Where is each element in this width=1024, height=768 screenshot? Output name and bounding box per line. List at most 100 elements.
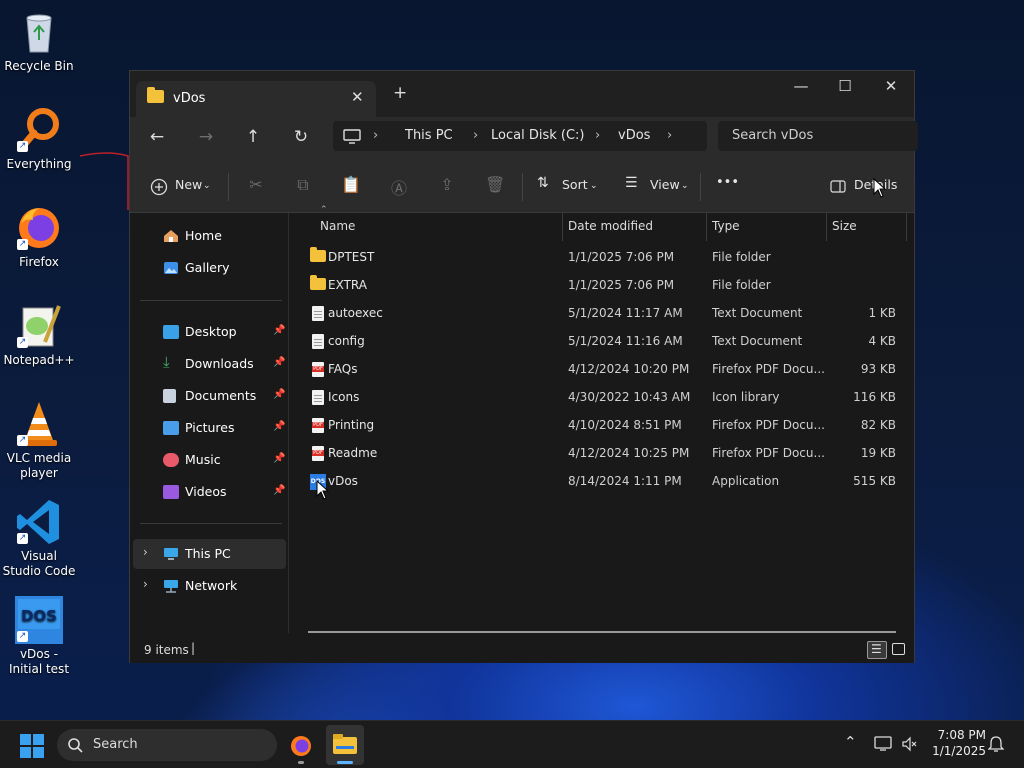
table-row[interactable]: Icons 4/30/2022 10:43 AM Icon library 11… bbox=[298, 383, 904, 411]
taskbar-file-explorer[interactable] bbox=[326, 725, 364, 765]
table-row[interactable]: FAQs 4/12/2024 10:20 PM Firefox PDF Docu… bbox=[298, 355, 904, 383]
minimize-button[interactable]: — bbox=[778, 77, 824, 95]
start-button[interactable] bbox=[20, 734, 44, 761]
chevron-up-icon[interactable]: ⌃ bbox=[844, 733, 857, 751]
volume-muted-icon[interactable] bbox=[901, 736, 917, 752]
sidebar-item-gallery[interactable]: Gallery bbox=[133, 253, 286, 283]
column-header-type[interactable]: Type bbox=[712, 219, 740, 233]
breadcrumb-this-pc[interactable]: This PC bbox=[405, 128, 453, 143]
column-header-size[interactable]: Size bbox=[832, 219, 857, 233]
desktop-icon-vdos[interactable]: DOS ↗ vDos - Initial test bbox=[2, 596, 76, 677]
pin-icon[interactable]: 📌 bbox=[273, 357, 285, 368]
maximize-button[interactable]: ☐ bbox=[822, 77, 868, 95]
pdf-file-icon bbox=[312, 362, 324, 377]
file-date: 5/1/2024 11:16 AM bbox=[568, 334, 683, 348]
column-divider[interactable] bbox=[706, 213, 707, 241]
pin-icon[interactable]: 📌 bbox=[273, 485, 285, 496]
column-divider[interactable] bbox=[906, 213, 907, 241]
sidebar-item-label: Gallery bbox=[185, 260, 230, 275]
refresh-button[interactable]: ↻ bbox=[289, 127, 313, 147]
taskbar-search[interactable]: Search bbox=[57, 729, 277, 761]
tab-vdos[interactable]: vDos ✕ bbox=[136, 81, 376, 117]
file-type: Firefox PDF Docu... bbox=[712, 362, 825, 376]
pin-icon[interactable]: 📌 bbox=[273, 389, 285, 400]
sidebar-item-label: Home bbox=[185, 228, 222, 243]
file-date: 4/30/2022 10:43 AM bbox=[568, 390, 691, 404]
table-row[interactable]: DOS vDos 8/14/2024 1:11 PM Application 5… bbox=[298, 467, 904, 495]
search-box[interactable]: Search vDos bbox=[718, 121, 918, 151]
network-status-icon[interactable] bbox=[874, 736, 892, 752]
cut-icon[interactable]: ✂ bbox=[246, 175, 266, 194]
file-size: 1 KB bbox=[868, 306, 896, 320]
pin-icon[interactable]: 📌 bbox=[273, 453, 285, 464]
sidebar-item-music[interactable]: Music 📌 bbox=[133, 445, 286, 475]
table-row[interactable]: autoexec 5/1/2024 11:17 AM Text Document… bbox=[298, 299, 904, 327]
desktop-icon-everything[interactable]: ↗ Everything bbox=[2, 106, 76, 172]
new-tab-button[interactable]: + bbox=[393, 85, 407, 102]
copy-icon[interactable]: ⧉ bbox=[293, 175, 313, 195]
breadcrumb[interactable]: › This PC › Local Disk (C:) › vDos › bbox=[333, 121, 707, 151]
share-icon[interactable]: ⇪ bbox=[437, 175, 457, 194]
breadcrumb-vdos[interactable]: vDos bbox=[618, 128, 650, 143]
horizontal-scrollbar[interactable] bbox=[308, 631, 896, 633]
chevron-right-icon[interactable]: › bbox=[143, 545, 148, 559]
desktop-icon-label: Everything bbox=[6, 157, 72, 171]
desktop-icon-recycle-bin[interactable]: Recycle Bin bbox=[2, 8, 76, 74]
pin-icon[interactable]: 📌 bbox=[273, 421, 285, 432]
clock[interactable]: 7:08 PM 1/1/2025 bbox=[926, 728, 986, 758]
file-type: Firefox PDF Docu... bbox=[712, 418, 825, 432]
file-date: 4/10/2024 8:51 PM bbox=[568, 418, 682, 432]
table-row[interactable]: EXTRA 1/1/2025 7:06 PM File folder bbox=[298, 271, 904, 299]
sidebar-item-home[interactable]: Home bbox=[133, 221, 286, 251]
column-divider[interactable] bbox=[562, 213, 563, 241]
chevron-right-icon[interactable]: › bbox=[143, 577, 148, 591]
delete-icon[interactable]: 🗑 bbox=[485, 175, 505, 194]
sidebar-item-label: Documents bbox=[185, 388, 257, 403]
forward-button[interactable]: → bbox=[194, 127, 218, 147]
table-row[interactable]: config 5/1/2024 11:16 AM Text Document 4… bbox=[298, 327, 904, 355]
shortcut-arrow-icon: ↗ bbox=[17, 435, 28, 446]
file-size: 4 KB bbox=[868, 334, 896, 348]
desktop-icon-notepadpp[interactable]: ↗ Notepad++ bbox=[2, 302, 76, 368]
details-view-button[interactable]: ☰ bbox=[867, 641, 887, 659]
sidebar-item-desktop[interactable]: Desktop 📌 bbox=[133, 317, 286, 347]
table-row[interactable]: Printing 4/10/2024 8:51 PM Firefox PDF D… bbox=[298, 411, 904, 439]
table-row[interactable]: DPTEST 1/1/2025 7:06 PM File folder bbox=[298, 243, 904, 271]
tiles-view-button[interactable] bbox=[890, 641, 908, 659]
notification-bell-icon[interactable] bbox=[988, 736, 1004, 753]
sidebar-item-documents[interactable]: Documents 📌 bbox=[133, 381, 286, 411]
clock-date: 1/1/2025 bbox=[932, 744, 986, 758]
more-options-button[interactable]: ••• bbox=[716, 175, 739, 190]
sidebar-item-label: Pictures bbox=[185, 420, 235, 435]
desktop-icon-firefox[interactable]: ↗ Firefox bbox=[2, 204, 76, 270]
gallery-icon bbox=[164, 262, 178, 274]
rename-icon[interactable]: Ⓐ bbox=[389, 175, 409, 199]
monitor-icon bbox=[343, 129, 361, 144]
back-button[interactable]: ← bbox=[145, 127, 169, 147]
column-header-date[interactable]: Date modified bbox=[568, 219, 653, 233]
sidebar-item-downloads[interactable]: ⤓ Downloads 📌 bbox=[133, 349, 286, 379]
file-date: 4/12/2024 10:25 PM bbox=[568, 446, 690, 460]
breadcrumb-local-disk[interactable]: Local Disk (C:) bbox=[491, 128, 584, 143]
documents-folder-icon bbox=[163, 389, 176, 403]
column-divider[interactable] bbox=[826, 213, 827, 241]
sidebar-item-network[interactable]: › Network bbox=[133, 571, 286, 601]
paste-icon[interactable]: 📋 bbox=[341, 175, 361, 194]
sidebar-item-pictures[interactable]: Pictures 📌 bbox=[133, 413, 286, 443]
table-row[interactable]: Readme 4/12/2024 10:25 PM Firefox PDF Do… bbox=[298, 439, 904, 467]
pin-icon[interactable]: 📌 bbox=[273, 325, 285, 336]
sidebar-item-videos[interactable]: Videos 📌 bbox=[133, 477, 286, 507]
desktop-icon-vscode[interactable]: ↗ Visual Studio Code bbox=[2, 498, 76, 579]
file-list: ⌃ Name Date modified Type Size DPTEST 1/… bbox=[290, 205, 914, 633]
up-button[interactable]: ↑ bbox=[241, 127, 265, 147]
column-header-name[interactable]: Name bbox=[320, 219, 355, 233]
details-pane-icon bbox=[830, 180, 846, 193]
mouse-cursor bbox=[316, 480, 330, 500]
file-size: 19 KB bbox=[860, 446, 896, 460]
close-tab-icon[interactable]: ✕ bbox=[351, 88, 364, 106]
sidebar-item-this-pc[interactable]: › This PC bbox=[133, 539, 286, 569]
taskbar-firefox[interactable] bbox=[286, 729, 316, 764]
close-window-button[interactable]: ✕ bbox=[868, 77, 914, 95]
desktop-icon-vlc[interactable]: ↗ VLC media player bbox=[2, 400, 76, 481]
file-name: FAQs bbox=[328, 362, 358, 376]
